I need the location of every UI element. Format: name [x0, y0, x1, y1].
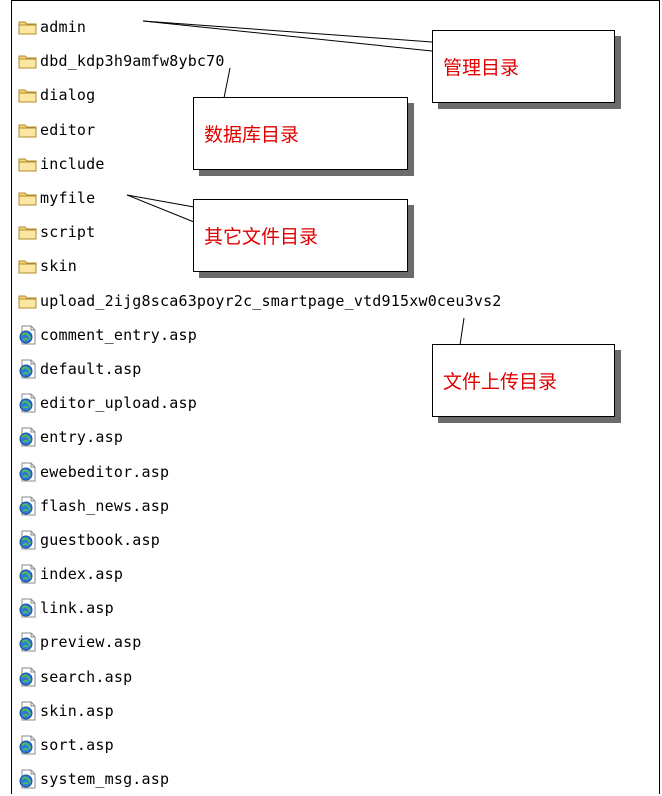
callout-admin-dir: 管理目录 [432, 30, 615, 103]
callout-other-files-dir: 其它文件目录 [193, 199, 408, 272]
callout-database-dir: 数据库目录 [193, 97, 408, 170]
callout-upload-dir: 文件上传目录 [432, 344, 615, 417]
callout-other-files-dir-text: 其它文件目录 [204, 226, 319, 248]
callout-admin-dir-text: 管理目录 [443, 57, 520, 79]
callout-database-dir-text: 数据库目录 [204, 124, 300, 146]
callout-upload-dir-text: 文件上传目录 [443, 371, 558, 393]
